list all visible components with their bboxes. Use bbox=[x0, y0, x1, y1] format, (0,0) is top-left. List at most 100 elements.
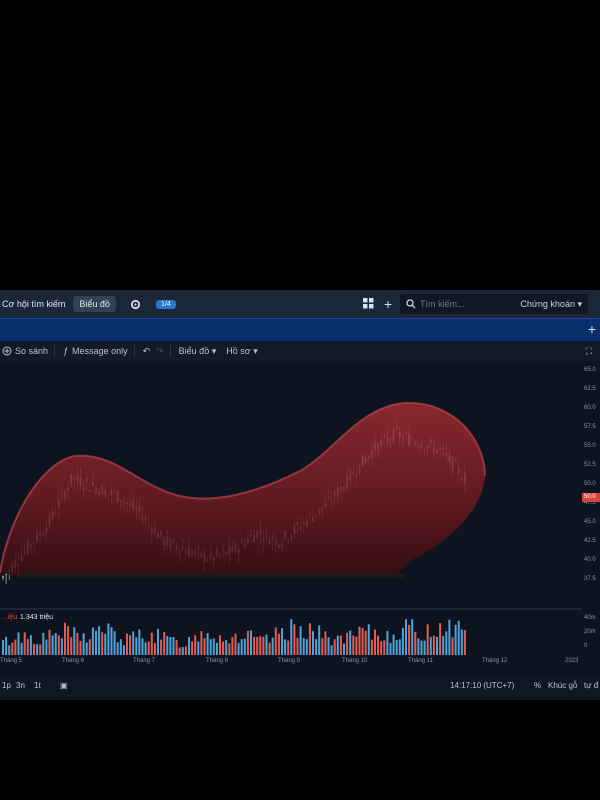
undo-icon[interactable]: ↶ bbox=[143, 346, 151, 357]
bottom-bar: 1p 3n 1t ▣ 14:17:10 (UTC+7) % Khúc gỗ tự… bbox=[0, 675, 600, 697]
price-chart[interactable]: ...iệu 1.343 triệu bbox=[0, 361, 582, 657]
volume-bar bbox=[463, 630, 466, 655]
volume-bar bbox=[51, 635, 54, 655]
volume-bar bbox=[215, 642, 218, 655]
search-scope-select[interactable]: Chứng khoán ▾ bbox=[520, 299, 582, 310]
price-tick: 55.0 bbox=[584, 443, 596, 449]
volume-bar bbox=[315, 639, 318, 655]
volume-bar bbox=[209, 639, 212, 655]
volume-bar bbox=[169, 637, 172, 655]
fullscreen-icon[interactable]: ⛶ bbox=[586, 346, 592, 357]
volume-bar bbox=[389, 642, 392, 655]
log-toggle[interactable]: Khúc gỗ bbox=[548, 681, 577, 690]
redo-icon[interactable]: ↷ bbox=[156, 346, 164, 357]
chart-menu[interactable]: Biểu đồ ▾ bbox=[179, 346, 217, 357]
volume-bar bbox=[141, 638, 144, 655]
gear-icon[interactable] bbox=[130, 298, 142, 310]
search-box[interactable]: Tìm kiếm... Chứng khoán ▾ bbox=[400, 294, 588, 314]
add-tab-icon[interactable]: + bbox=[588, 321, 596, 337]
volume-bar bbox=[150, 632, 153, 655]
volume-bar bbox=[432, 635, 435, 655]
volume-bar bbox=[135, 637, 138, 655]
volume-bar bbox=[253, 636, 256, 655]
layout-badge[interactable]: 1/4 bbox=[155, 299, 176, 309]
range-1t[interactable]: 1t bbox=[34, 681, 41, 690]
price-tick: 57.5 bbox=[584, 424, 596, 430]
volume-bar bbox=[82, 633, 85, 655]
volume-bar bbox=[203, 638, 206, 655]
volume-bar bbox=[122, 645, 125, 655]
range-3n[interactable]: 3n bbox=[16, 681, 25, 690]
message-only-button[interactable]: ƒ Message only bbox=[63, 346, 128, 356]
volume-bar bbox=[439, 623, 442, 655]
volume-bar bbox=[312, 631, 314, 655]
compare-button[interactable]: So sánh bbox=[2, 346, 48, 356]
volume-bar bbox=[212, 638, 215, 655]
search-input[interactable]: Tìm kiếm... bbox=[420, 299, 465, 309]
volume-bar bbox=[246, 630, 249, 655]
range-1p[interactable]: 1p bbox=[2, 681, 11, 690]
volume-bar bbox=[423, 640, 426, 655]
volume-bar bbox=[101, 632, 104, 655]
volume-bar bbox=[222, 641, 225, 655]
top-toolbar: Cơ hội tìm kiếm Biểu đồ 1/4 + Tìm kiếm..… bbox=[0, 290, 600, 318]
time-tick: 2023 bbox=[565, 658, 579, 664]
volume-bar bbox=[299, 626, 302, 655]
volume-bar bbox=[163, 631, 166, 655]
volume-bar bbox=[8, 645, 11, 655]
volume-bar bbox=[293, 624, 296, 655]
volume-bar bbox=[14, 639, 17, 655]
chevron-down-icon: ▾ bbox=[577, 298, 582, 309]
volume-bar bbox=[166, 636, 169, 655]
plus-circle-icon bbox=[2, 346, 12, 356]
add-icon[interactable]: + bbox=[384, 296, 392, 312]
opportunity-search-link[interactable]: Cơ hội tìm kiếm bbox=[2, 299, 65, 309]
volume-tick: 40m bbox=[584, 615, 596, 621]
volume-bar bbox=[194, 635, 197, 655]
chevron-down-icon: ▾ bbox=[211, 345, 217, 356]
volume-bar bbox=[126, 633, 128, 655]
volume-bar bbox=[11, 642, 14, 655]
price-tick: 45.0 bbox=[584, 519, 596, 525]
volume-bar bbox=[274, 627, 277, 655]
volume-bar bbox=[324, 631, 327, 655]
profile-menu[interactable]: Hồ sơ ▾ bbox=[226, 346, 257, 357]
profile-menu-label: Hồ sơ bbox=[226, 346, 251, 356]
volume-bar bbox=[346, 632, 349, 655]
volume-bar bbox=[231, 636, 234, 655]
calendar-icon[interactable]: ▣ bbox=[60, 681, 68, 690]
volume-bar bbox=[228, 643, 231, 655]
volume-bar bbox=[256, 636, 259, 655]
volume-bar bbox=[414, 631, 417, 655]
volume-bar bbox=[442, 635, 445, 655]
time-axis[interactable]: Tháng 5 Tháng 6 Tháng 7 Tháng 8 Tháng 9 Tháng… bbox=[0, 657, 600, 667]
volume-bar bbox=[417, 638, 420, 655]
price-tick: 42.5 bbox=[584, 538, 596, 544]
volume-bar bbox=[284, 639, 287, 655]
chart-tab-button[interactable]: Biểu đồ bbox=[73, 296, 116, 312]
percent-toggle[interactable]: % bbox=[534, 681, 541, 690]
volume-bar bbox=[36, 644, 39, 655]
volume-bar bbox=[73, 627, 76, 655]
volume-bar bbox=[281, 628, 283, 655]
volume-bar bbox=[268, 642, 271, 655]
time-tick: Tháng 12 bbox=[482, 658, 508, 664]
volume-bar bbox=[383, 640, 386, 655]
volume-bar bbox=[318, 625, 321, 655]
volume-bar bbox=[95, 630, 97, 655]
volume-bar bbox=[119, 639, 122, 655]
price-axis[interactable]: 65.0 62.5 60.0 57.5 55.0 52.5 50.0 47.5 45.0 42.5… bbox=[582, 361, 600, 657]
current-price-tag: 50.0 bbox=[582, 493, 600, 502]
volume-bar bbox=[364, 630, 367, 655]
chart-toolbar: So sánh ƒ Message only ↶ ↷ Biểu đồ ▾ Hồ … bbox=[0, 341, 600, 361]
volume-bar bbox=[33, 643, 35, 655]
tab-strip: + bbox=[0, 318, 600, 342]
indicator-icon: ƒ bbox=[63, 346, 69, 356]
volume-bar bbox=[370, 639, 373, 655]
auto-toggle[interactable]: tự đ bbox=[584, 681, 598, 690]
volume-bar bbox=[380, 641, 383, 655]
volume-bar bbox=[287, 640, 290, 655]
volume-bar bbox=[420, 640, 423, 655]
volume-bar bbox=[343, 643, 345, 655]
grid-layout-icon[interactable] bbox=[363, 298, 374, 311]
